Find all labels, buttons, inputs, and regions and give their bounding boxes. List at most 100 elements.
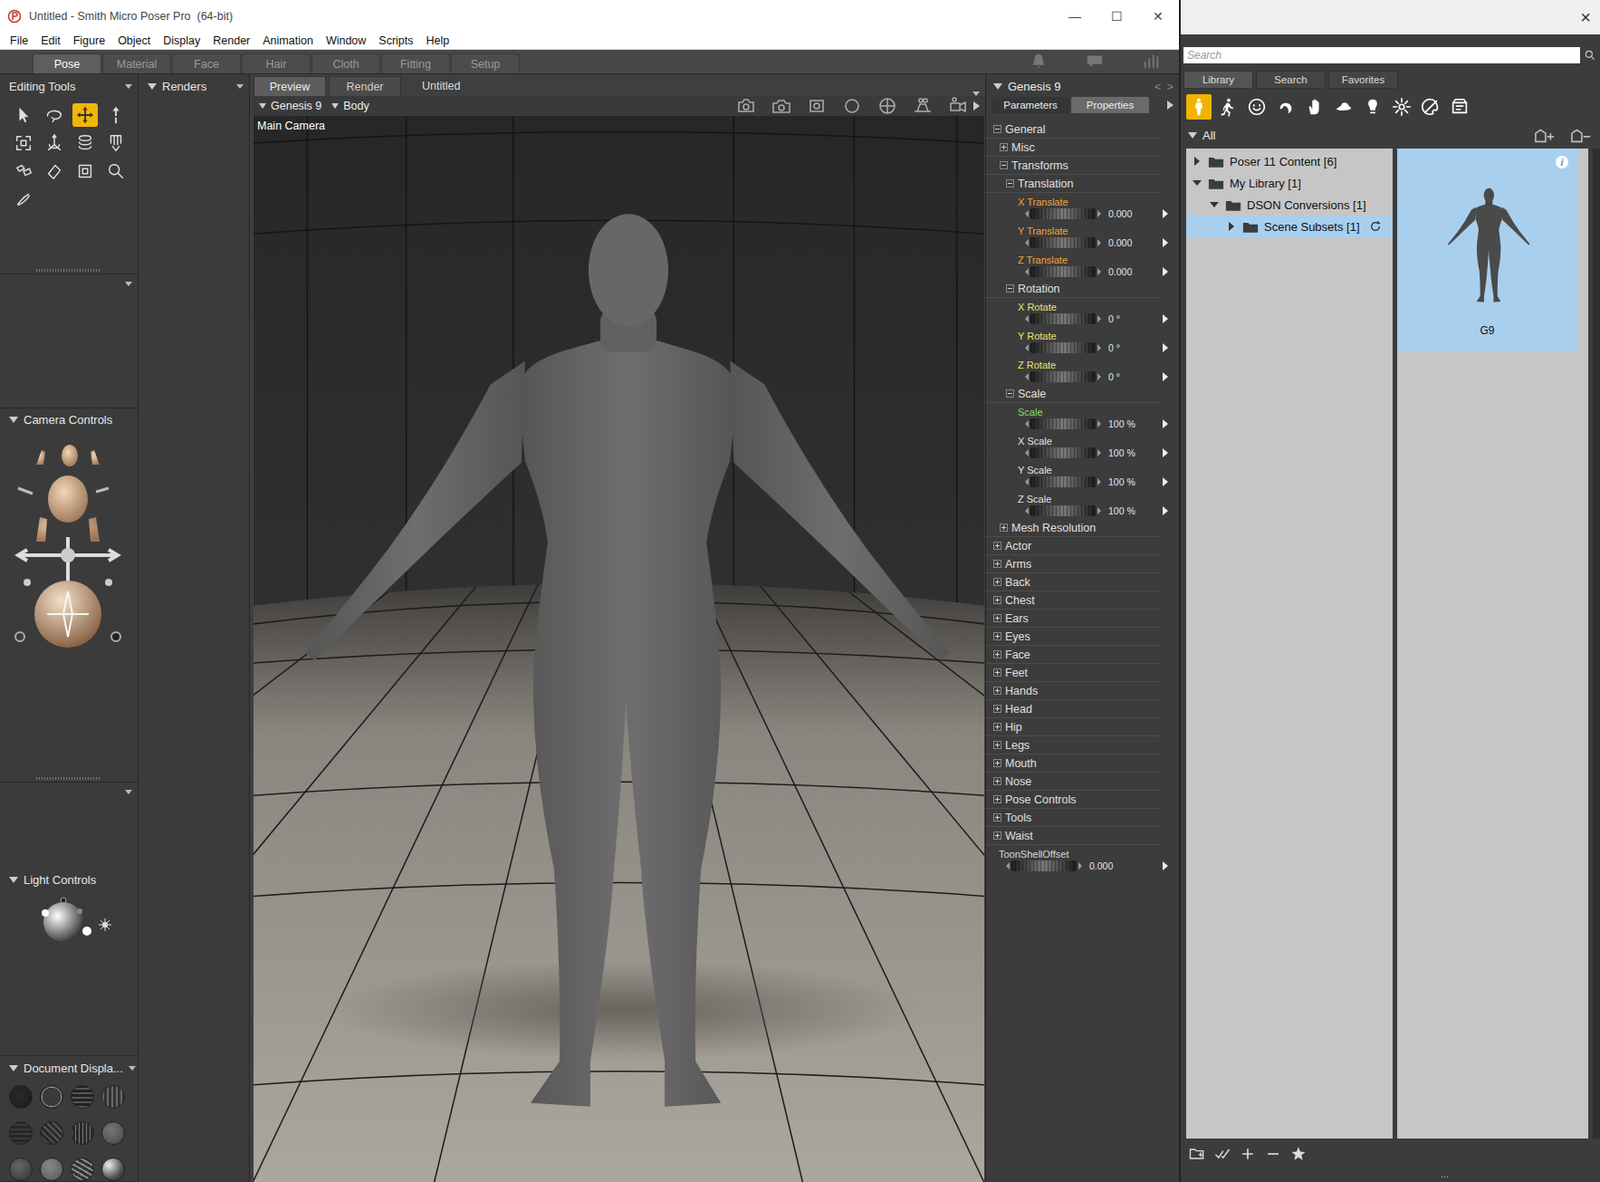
display-style-icon[interactable]: [70, 1084, 95, 1109]
expander-icon[interactable]: [993, 632, 1002, 641]
camera-icon[interactable]: [805, 95, 828, 117]
favorite-icon[interactable]: [1289, 1144, 1308, 1163]
bell-icon[interactable]: [1028, 51, 1049, 72]
dial-menu-icon[interactable]: [1162, 209, 1169, 219]
editing-tool-button[interactable]: [103, 103, 129, 127]
expander-icon[interactable]: [993, 776, 1002, 786]
right-hand-icon[interactable]: [90, 450, 100, 465]
panel-menu-icon[interactable]: [236, 84, 244, 89]
panel-menu-icon[interactable]: [128, 1065, 136, 1071]
editing-tool-button[interactable]: [103, 131, 129, 155]
collapse-icon[interactable]: [9, 876, 19, 883]
library-folder[interactable]: My Library [1]: [1186, 172, 1393, 194]
increment-icon[interactable]: [1097, 449, 1102, 457]
new-folder-icon[interactable]: [1188, 1144, 1207, 1163]
menu-item[interactable]: Scripts: [372, 34, 420, 48]
room-tab[interactable]: Pose: [32, 53, 102, 74]
display-style-icon[interactable]: [101, 1084, 125, 1109]
display-style-icon[interactable]: [39, 1120, 64, 1145]
parameter-dial[interactable]: Y Rotate0 °: [986, 326, 1179, 356]
camera-option-icon[interactable]: [15, 632, 25, 642]
dropdown-icon[interactable]: [258, 103, 267, 109]
nav-button[interactable]: >: [1166, 79, 1174, 94]
parameter-dial[interactable]: Scale100 %: [986, 402, 1179, 432]
head-camera-icon[interactable]: [47, 475, 88, 523]
window-control-button[interactable]: —: [1053, 9, 1096, 24]
collapse-icon[interactable]: [9, 416, 19, 423]
editing-tool-button[interactable]: [10, 131, 37, 155]
window-control-button[interactable]: ✕: [1137, 9, 1179, 24]
expander-icon[interactable]: [993, 124, 1002, 134]
increment-icon[interactable]: [1097, 210, 1102, 218]
dial-value[interactable]: 0 °: [1108, 371, 1121, 383]
room-tab[interactable]: Hair: [241, 53, 311, 74]
editing-tool-button[interactable]: [10, 159, 37, 183]
add-icon[interactable]: [1238, 1144, 1257, 1163]
expander-icon[interactable]: [1005, 284, 1015, 293]
menu-item[interactable]: Render: [206, 34, 257, 48]
expander-icon[interactable]: [1005, 389, 1015, 398]
category-button[interactable]: [1360, 94, 1386, 120]
menu-item[interactable]: File: [3, 34, 35, 48]
parameter-group[interactable]: Legs: [986, 736, 1161, 755]
increment-icon[interactable]: [1097, 268, 1102, 276]
camera-icon[interactable]: [770, 95, 793, 117]
menu-item[interactable]: Animation: [256, 34, 320, 48]
parameter-dial[interactable]: ToonShellOffset0.000: [986, 844, 1179, 874]
editing-tool-button[interactable]: [41, 131, 68, 155]
parameter-group[interactable]: Arms: [986, 555, 1161, 574]
parameter-group[interactable]: Eyes: [986, 627, 1161, 646]
camera-icon[interactable]: [876, 95, 899, 117]
expander-icon[interactable]: [993, 613, 1002, 623]
room-tab[interactable]: Face: [172, 53, 241, 74]
editing-tool-button[interactable]: [72, 131, 98, 155]
collapse-icon[interactable]: [993, 83, 1003, 90]
dial-menu-icon[interactable]: [1162, 343, 1169, 353]
category-button[interactable]: [1446, 94, 1473, 120]
dial-menu-icon[interactable]: [1162, 506, 1169, 516]
decrement-icon[interactable]: [1025, 507, 1029, 515]
panel-menu-icon[interactable]: [124, 281, 133, 287]
dial[interactable]: [1030, 418, 1096, 430]
search-icon[interactable]: [1583, 48, 1597, 62]
dial[interactable]: [1030, 208, 1096, 220]
camera-option-icon[interactable]: [111, 632, 121, 642]
dial[interactable]: [1030, 342, 1096, 354]
expander-icon[interactable]: [993, 831, 1002, 840]
display-style-icon[interactable]: [101, 1120, 125, 1145]
menu-item[interactable]: Window: [319, 34, 373, 48]
increment-icon[interactable]: [1097, 344, 1102, 352]
parameter-group[interactable]: Mesh Resolution: [986, 518, 1161, 537]
more-icon[interactable]: [973, 101, 980, 111]
dial-menu-icon[interactable]: [1162, 372, 1169, 382]
parameter-group[interactable]: Tools: [986, 808, 1161, 827]
left-hand-icon[interactable]: [36, 450, 46, 465]
window-control-button[interactable]: ☐: [1095, 9, 1138, 24]
expander-icon[interactable]: [993, 813, 1002, 822]
dial-value[interactable]: 0.000: [1108, 237, 1132, 249]
increment-icon[interactable]: [1078, 862, 1083, 870]
library-folder[interactable]: Scene Subsets [1]: [1186, 215, 1393, 238]
parameter-group[interactable]: Rotation: [986, 279, 1161, 298]
panel-menu-icon[interactable]: [124, 789, 133, 795]
move-cross-icon[interactable]: [18, 536, 118, 583]
decrement-icon[interactable]: [1005, 862, 1010, 870]
dial-value[interactable]: 100 %: [1108, 418, 1136, 430]
dial[interactable]: [1030, 313, 1096, 325]
parameter-group[interactable]: Hip: [986, 718, 1161, 737]
parameter-group[interactable]: Transforms: [986, 156, 1161, 175]
figure-select[interactable]: Genesis 9: [270, 99, 322, 113]
editing-tool-button[interactable]: [10, 103, 37, 127]
editing-tool-button[interactable]: [72, 103, 98, 127]
dial-value[interactable]: 0.000: [1108, 208, 1132, 220]
face-camera-icon[interactable]: [61, 444, 78, 467]
dial-value[interactable]: 100 %: [1108, 476, 1136, 488]
dial[interactable]: [1030, 237, 1096, 249]
expander-icon[interactable]: [993, 559, 1002, 568]
parameter-group[interactable]: Mouth: [986, 754, 1161, 773]
increment-icon[interactable]: [1097, 373, 1102, 381]
dial[interactable]: [1030, 371, 1096, 383]
parameter-group[interactable]: Waist: [986, 826, 1161, 845]
decrement-icon[interactable]: [1025, 239, 1029, 247]
room-tab[interactable]: Fitting: [381, 53, 451, 74]
